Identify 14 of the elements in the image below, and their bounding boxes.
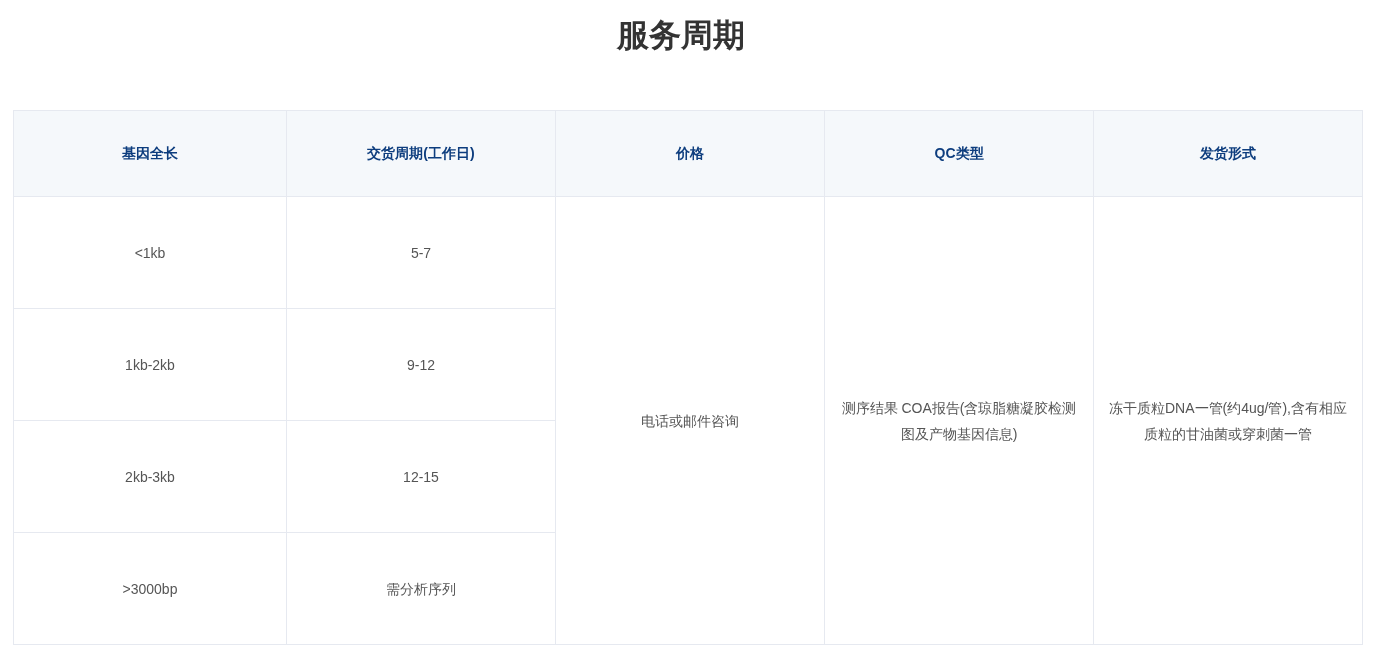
table-cell: <1kb <box>13 196 287 309</box>
table-cell: 2kb-3kb <box>13 420 287 533</box>
column-header: 发货形式 <box>1093 110 1363 197</box>
table-cell: 电话或邮件咨询 <box>555 196 825 645</box>
column-header: QC类型 <box>824 110 1094 197</box>
column-header: 基因全长 <box>13 110 287 197</box>
column-header: 价格 <box>555 110 825 197</box>
table-cell: 5-7 <box>286 196 556 309</box>
page-title: 服务周期 <box>617 16 745 55</box>
table-cell: 1kb-2kb <box>13 308 287 421</box>
table-cell: 冻干质粒DNA一管(约4ug/管),含有相应质粒的甘油菌或穿刺菌一管 <box>1093 196 1363 645</box>
table-cell: >3000bp <box>13 532 287 645</box>
table-cell: 测序结果 COA报告(含琼脂糖凝胶检测图及产物基因信息) <box>824 196 1094 645</box>
column-header: 交货周期(工作日) <box>286 110 556 197</box>
